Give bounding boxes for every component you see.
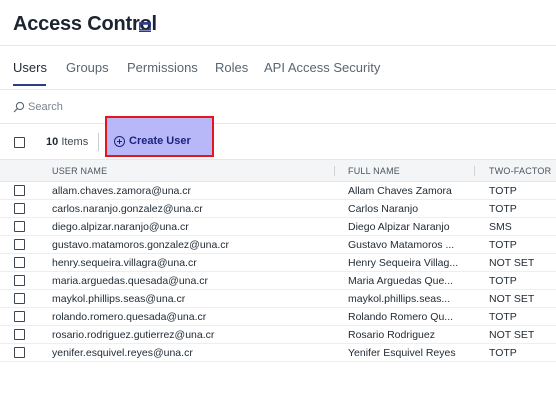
users-table-body: allam.chaves.zamora@una.cr Allam Chaves …	[0, 182, 556, 362]
table-row[interactable]: yenifer.esquivel.reyes@una.cr Yenifer Es…	[0, 344, 556, 362]
page-title: Access Control	[13, 13, 157, 35]
items-count-label: Items	[61, 136, 89, 148]
user-name-cell: allam.chaves.zamora@una.cr	[52, 185, 192, 197]
row-checkbox[interactable]	[14, 275, 25, 286]
two-factor-cell: NOT SET	[489, 293, 535, 305]
table-row[interactable]: gustavo.matamoros.gonzalez@una.cr Gustav…	[0, 236, 556, 254]
user-name-cell: diego.alpizar.naranjo@una.cr	[52, 221, 189, 233]
row-checkbox[interactable]	[14, 239, 25, 250]
column-header-full-name[interactable]: FULL NAME	[348, 166, 400, 176]
table-row[interactable]: rosario.rodriguez.gutierrez@una.cr Rosar…	[0, 326, 556, 344]
tab-roles[interactable]: Roles	[215, 60, 248, 75]
toolbar-divider	[98, 133, 99, 151]
column-header-user-name[interactable]: USER NAME	[52, 166, 107, 176]
row-checkbox[interactable]	[14, 221, 25, 232]
two-factor-cell: TOTP	[489, 311, 517, 323]
row-checkbox[interactable]	[14, 203, 25, 214]
two-factor-cell: NOT SET	[489, 329, 535, 341]
full-name-cell: Diego Alpizar Naranjo	[348, 221, 450, 233]
items-count: 10 Items	[46, 136, 88, 148]
user-name-cell: rolando.romero.quesada@una.cr	[52, 311, 207, 323]
row-checkbox[interactable]	[14, 329, 25, 340]
table-row[interactable]: carlos.naranjo.gonzalez@una.cr Carlos Na…	[0, 200, 556, 218]
two-factor-cell: SMS	[489, 221, 512, 233]
full-name-cell: Allam Chaves Zamora	[348, 185, 452, 197]
full-name-cell: Henry Sequeira Villag...	[348, 257, 459, 269]
column-divider	[474, 166, 475, 176]
user-name-cell: yenifer.esquivel.reyes@una.cr	[52, 347, 193, 359]
select-all-checkbox[interactable]	[14, 137, 25, 148]
row-checkbox[interactable]	[14, 293, 25, 304]
two-factor-cell: TOTP	[489, 275, 517, 287]
tab-bar: Users Groups Permissions Roles API Acces…	[0, 46, 556, 90]
row-checkbox[interactable]	[14, 185, 25, 196]
tab-groups[interactable]: Groups	[66, 60, 109, 75]
table-row[interactable]: maria.arguedas.quesada@una.cr Maria Argu…	[0, 272, 556, 290]
full-name-cell: Yenifer Esquivel Reyes	[348, 347, 456, 359]
row-checkbox[interactable]	[14, 311, 25, 322]
two-factor-cell: TOTP	[489, 347, 517, 359]
column-divider	[334, 166, 335, 176]
full-name-cell: maykol.phillips.seas...	[348, 293, 451, 305]
search-input[interactable]	[28, 98, 328, 116]
tab-api-access-security[interactable]: API Access Security	[264, 60, 380, 75]
two-factor-cell: TOTP	[489, 185, 517, 197]
user-name-cell: carlos.naranjo.gonzalez@una.cr	[52, 203, 203, 215]
two-factor-cell: NOT SET	[489, 257, 535, 269]
plus-circle-icon	[114, 136, 125, 147]
user-name-cell: maria.arguedas.quesada@una.cr	[52, 275, 209, 287]
user-name-cell: henry.sequeira.villagra@una.cr	[52, 257, 197, 269]
full-name-cell: Rolando Romero Qu...	[348, 311, 454, 323]
two-factor-cell: TOTP	[489, 203, 517, 215]
table-row[interactable]: henry.sequeira.villagra@una.cr Henry Seq…	[0, 254, 556, 272]
table-row[interactable]: diego.alpizar.naranjo@una.cr Diego Alpiz…	[0, 218, 556, 236]
active-tab-indicator	[13, 84, 46, 86]
create-user-button[interactable]: Create User	[105, 116, 214, 157]
table-row[interactable]: rolando.romero.quesada@una.cr Rolando Ro…	[0, 308, 556, 326]
row-checkbox[interactable]	[14, 257, 25, 268]
tab-users[interactable]: Users	[13, 60, 47, 75]
table-header: USER NAME FULL NAME TWO-FACTOR	[0, 160, 556, 182]
two-factor-cell: TOTP	[489, 239, 517, 251]
tab-permissions[interactable]: Permissions	[127, 60, 198, 75]
user-name-cell: maykol.phillips.seas@una.cr	[52, 293, 186, 305]
search-icon	[13, 101, 25, 113]
create-user-label: Create User	[129, 135, 191, 147]
user-name-cell: gustavo.matamoros.gonzalez@una.cr	[52, 239, 229, 251]
user-name-cell: rosario.rodriguez.gutierrez@una.cr	[52, 329, 215, 341]
table-row[interactable]: allam.chaves.zamora@una.cr Allam Chaves …	[0, 182, 556, 200]
full-name-cell: Rosario Rodriguez	[348, 329, 435, 341]
row-checkbox[interactable]	[14, 347, 25, 358]
search-bar	[0, 90, 556, 124]
table-row[interactable]: maykol.phillips.seas@una.cr maykol.phill…	[0, 290, 556, 308]
page-header: Access Control	[0, 0, 556, 46]
items-count-number: 10	[46, 136, 59, 148]
full-name-cell: Carlos Naranjo	[348, 203, 419, 215]
full-name-cell: Maria Arguedas Que...	[348, 275, 454, 287]
full-name-cell: Gustavo Matamoros ...	[348, 239, 455, 251]
table-toolbar: 10 Items	[0, 124, 556, 160]
window-icon[interactable]	[139, 22, 151, 32]
column-header-two-factor[interactable]: TWO-FACTOR	[489, 166, 551, 176]
